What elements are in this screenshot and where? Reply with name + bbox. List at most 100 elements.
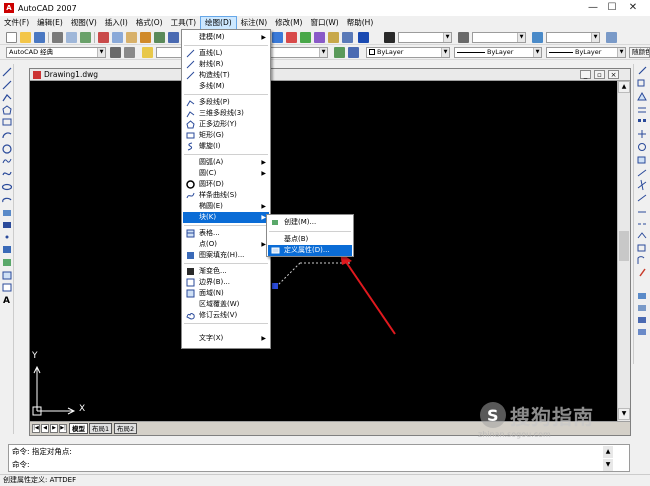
command-scroll-up-button[interactable]: ▲ (603, 446, 613, 458)
quickcalc-icon[interactable] (342, 32, 353, 43)
doc-restore-button[interactable]: ▫ (594, 70, 605, 79)
print-icon[interactable] (52, 32, 63, 43)
block-menu-create[interactable]: 创建(M)... (268, 217, 352, 228)
draw-menu-ray[interactable]: 射线(R) (183, 59, 269, 70)
line-tool-icon[interactable] (2, 67, 12, 77)
lineweight-select[interactable]: ByLayer ▼ (546, 47, 626, 58)
publish-icon[interactable] (80, 32, 91, 43)
color-select[interactable]: ByLayer ▼ (366, 47, 450, 58)
draw-menu-gradient[interactable]: 渐变色... (183, 266, 269, 277)
help-icon[interactable] (358, 32, 369, 43)
menu-dimension[interactable]: 标注(N) (237, 16, 271, 30)
properties-tool-icon[interactable] (638, 293, 646, 299)
draw-menu-line[interactable]: 直线(L) (183, 48, 269, 59)
draw-menu-text[interactable]: 文字(X) ▶ (183, 333, 269, 344)
text-style-icon[interactable] (384, 32, 395, 43)
block-menu-define-attributes[interactable]: 定义属性(D)... (268, 245, 352, 256)
command-prompt[interactable]: 命令: (12, 459, 30, 471)
construction-line-tool-icon[interactable] (2, 80, 12, 90)
draw-menu-region[interactable]: 面域(N) (183, 288, 269, 299)
vertical-scrollbar[interactable]: ▲ ▼ (617, 81, 630, 421)
erase-tool-icon[interactable] (638, 66, 647, 75)
cut-icon[interactable] (98, 32, 109, 43)
ellipse-arc-tool-icon[interactable] (2, 197, 12, 203)
draw-menu-wipeout[interactable]: 区域覆盖(W) (183, 299, 269, 310)
block-editor-icon[interactable] (154, 32, 165, 43)
circle-tool-icon[interactable] (2, 144, 12, 154)
workspace-settings-icon[interactable] (110, 47, 121, 58)
copy-icon[interactable] (112, 32, 123, 43)
sheet-set-icon[interactable] (314, 32, 325, 43)
properties-icon[interactable] (272, 32, 283, 43)
design-center-icon[interactable] (286, 32, 297, 43)
polyline-tool-icon[interactable] (2, 94, 12, 102)
tab-layout2[interactable]: 布局2 (114, 423, 138, 434)
close-button[interactable]: ✕ (618, 0, 648, 16)
revcloud-tool-icon[interactable] (2, 158, 12, 164)
open-icon[interactable] (20, 32, 31, 43)
draw-menu-polyline[interactable]: 多段线(P) (183, 97, 269, 108)
paste-icon[interactable] (126, 32, 137, 43)
array-tool-icon[interactable] (638, 119, 641, 122)
draw-menu-helix[interactable]: 螺旋(I) (183, 141, 269, 152)
fillet-tool-icon[interactable] (637, 256, 645, 264)
insert-block-tool-icon[interactable] (3, 210, 11, 216)
copy-tool-icon[interactable] (637, 79, 645, 87)
menu-window[interactable]: 窗口(W) (306, 16, 342, 30)
doc-minimize-button[interactable]: _ (580, 70, 591, 79)
layer-tool-icon[interactable] (638, 305, 646, 311)
multileader-style-icon[interactable] (606, 32, 617, 43)
workspace-save-icon[interactable] (124, 47, 135, 58)
grip-point[interactable] (272, 283, 278, 289)
draw-menu-polygon[interactable]: 正多边形(Y) (183, 119, 269, 130)
layer-previous-icon[interactable] (348, 47, 359, 58)
draw-menu-spline[interactable]: 样条曲线(S) (183, 190, 269, 201)
table-style-select[interactable]: ▼ (546, 32, 600, 43)
menu-file[interactable]: 文件(F) (0, 16, 33, 30)
menu-edit[interactable]: 编辑(E) (33, 16, 67, 30)
hatch-tool-icon[interactable] (3, 246, 11, 253)
stretch-tool-icon[interactable] (637, 169, 647, 177)
tab-next-button[interactable]: ▶ (50, 424, 58, 433)
draw-menu-circle[interactable]: 圆(C) ▶ (183, 168, 269, 179)
rotate-tool-icon[interactable] (638, 143, 646, 151)
trim-tool-icon[interactable] (637, 179, 647, 191)
extend-tool-icon[interactable] (637, 194, 647, 202)
menu-tools[interactable]: 工具(T) (167, 16, 200, 30)
draw-menu-rectangle[interactable]: 矩形(G) (183, 130, 269, 141)
tool-palettes-icon[interactable] (300, 32, 311, 43)
workspace-select[interactable]: AutoCAD 经典 ▼ (6, 47, 106, 58)
menu-view[interactable]: 视图(V) (67, 16, 101, 30)
ellipse-tool-icon[interactable] (1, 183, 13, 191)
tab-first-button[interactable]: |◀ (32, 424, 40, 433)
draw-menu-modeling[interactable]: 建模(M) ▶ (183, 32, 269, 43)
draw-menu-hatch[interactable]: 图案填充(H)... (183, 250, 269, 261)
mirror-tool-icon[interactable] (637, 91, 647, 101)
markup-icon[interactable] (328, 32, 339, 43)
undo-icon[interactable] (168, 32, 179, 43)
rectangle-tool-icon[interactable] (2, 118, 12, 126)
make-block-tool-icon[interactable] (3, 222, 11, 228)
scroll-up-button[interactable]: ▲ (618, 81, 630, 93)
offset-tool-icon[interactable] (638, 107, 646, 113)
move-tool-icon[interactable] (638, 130, 646, 138)
menu-format[interactable]: 格式(O) (132, 16, 167, 30)
join-tool-icon[interactable] (637, 232, 647, 239)
region-tool-icon[interactable] (2, 271, 12, 280)
scale-tool-icon[interactable] (637, 156, 646, 164)
match-properties-icon[interactable] (140, 32, 151, 43)
table-tool-icon[interactable] (2, 283, 12, 292)
spline-tool-icon[interactable] (2, 171, 12, 176)
point-tool-icon[interactable] (5, 235, 9, 239)
linetype-select[interactable]: ByLayer ▼ (454, 47, 542, 58)
text-style-select[interactable]: ▼ (398, 32, 452, 43)
draw-menu-point[interactable]: 点(O) ▶ (183, 239, 269, 250)
scroll-thumb[interactable] (619, 231, 629, 261)
make-current-layer-icon[interactable] (334, 47, 345, 58)
dim-style-select[interactable]: ▼ (472, 32, 526, 43)
menu-modify[interactable]: 修改(M) (271, 16, 306, 30)
new-icon[interactable] (6, 32, 17, 43)
block-menu-base[interactable]: 基点(B) (268, 234, 352, 245)
draw-menu-table[interactable]: 表格... (183, 228, 269, 239)
inquiry-tool-icon[interactable] (638, 329, 646, 335)
